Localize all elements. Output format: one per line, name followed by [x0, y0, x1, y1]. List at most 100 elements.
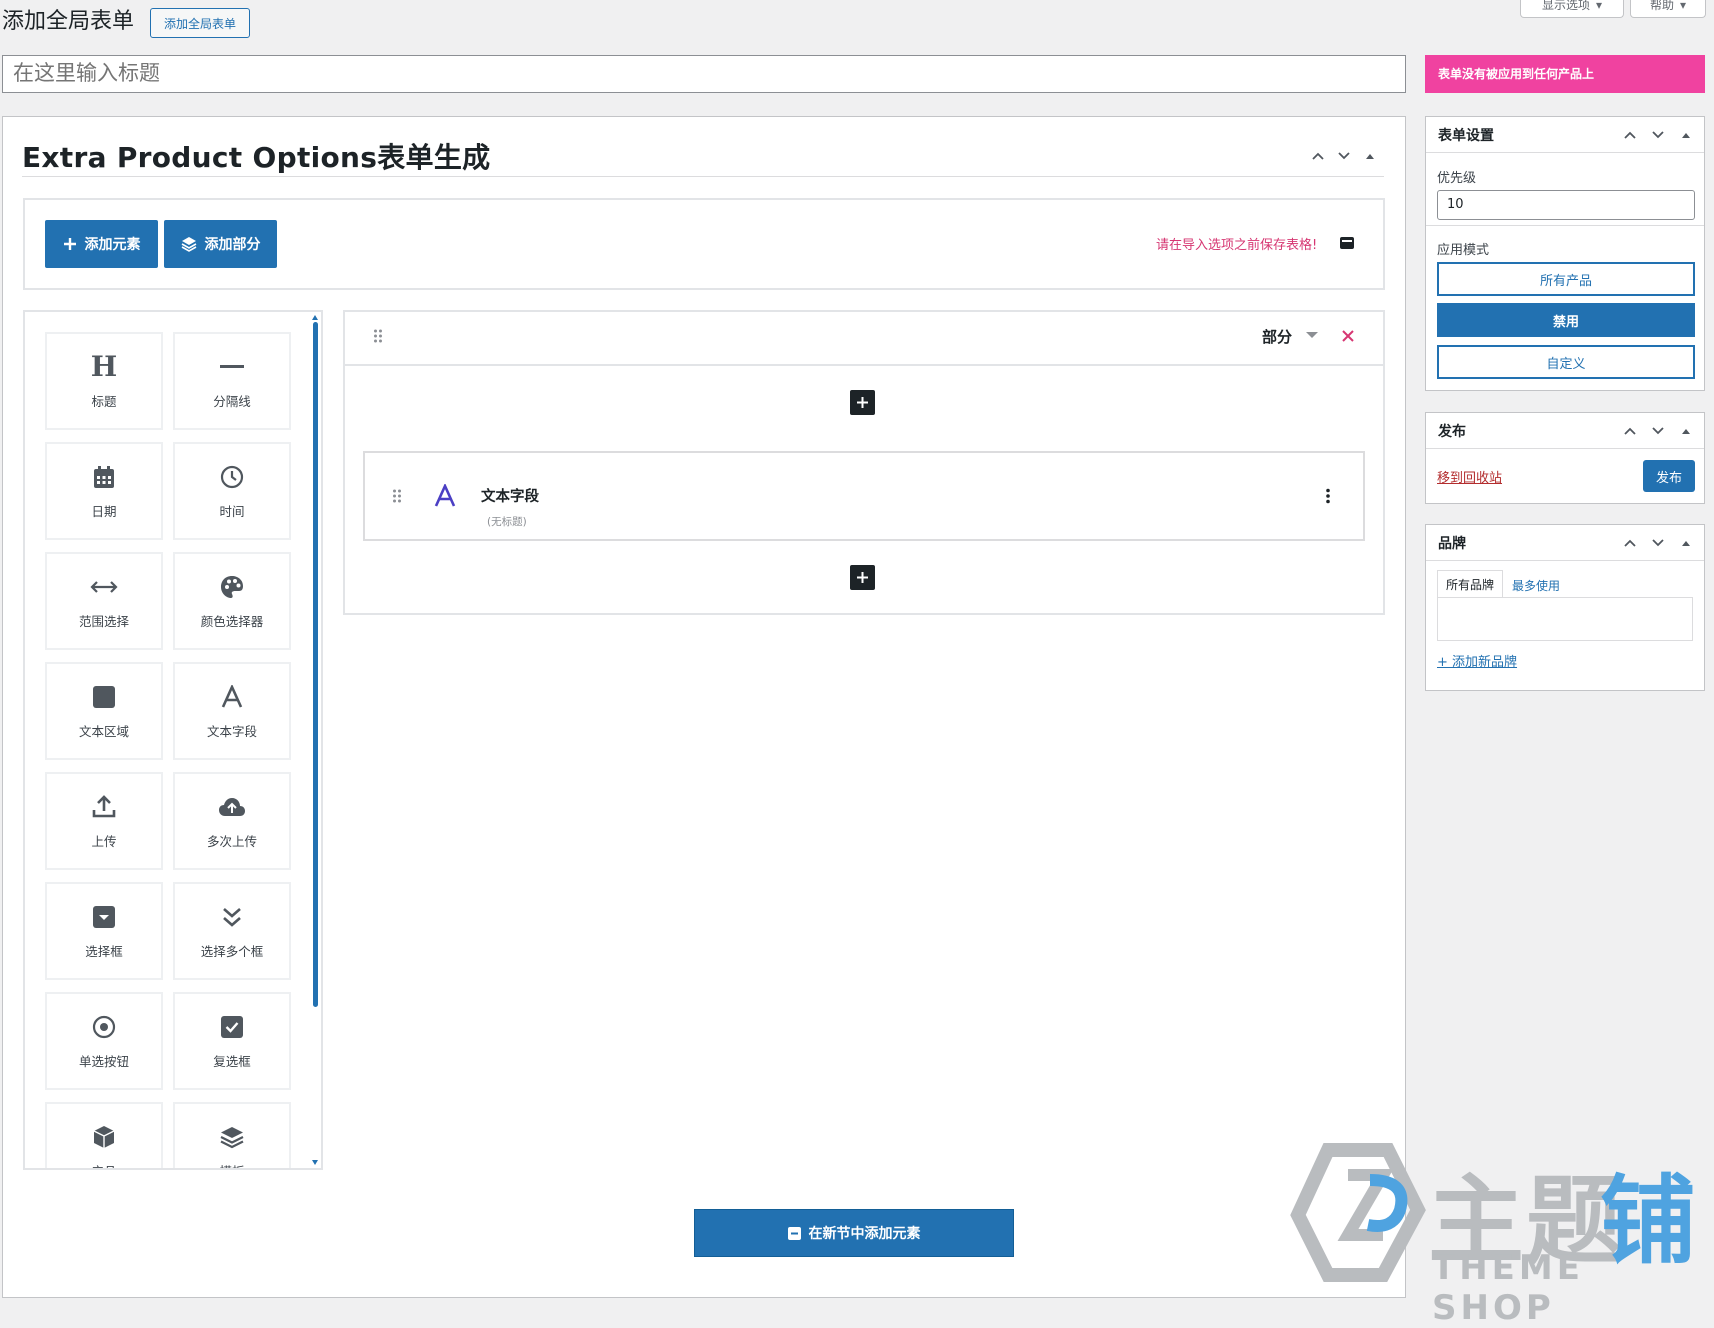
palette-item-divider[interactable]: 分隔线 [173, 332, 291, 430]
clock-icon [220, 463, 244, 491]
not-applied-notice: 表单没有被应用到任何产品上 [1425, 55, 1705, 93]
publish-title: 发布 [1438, 423, 1466, 440]
move-up-icon[interactable] [1618, 531, 1642, 555]
move-up-icon[interactable] [1306, 144, 1330, 168]
caret-down-icon: ▾ [1595, 0, 1603, 12]
palette-item-heading[interactable]: H 标题 [45, 332, 163, 430]
add-element-below-button[interactable] [850, 565, 875, 590]
palette-item-textarea[interactable]: 文本区域 [45, 662, 163, 760]
heading-icon: H [90, 350, 118, 383]
move-up-icon[interactable] [1618, 123, 1642, 147]
palette-item-product[interactable]: 产品 [45, 1102, 163, 1169]
palette-item-label: 模板 [219, 1161, 244, 1169]
panel-controls [1306, 144, 1382, 168]
palette-item-label: 选择多个框 [200, 943, 264, 959]
mode-disabled-button[interactable]: 禁用 [1437, 303, 1695, 337]
tab-all-brands[interactable]: 所有品牌 [1437, 570, 1503, 598]
palette-item-label: 单选按钮 [78, 1053, 129, 1069]
textarea-icon [93, 683, 115, 711]
watermark-logo-icon [1288, 1140, 1428, 1285]
publish-box: 发布 移到回收站 发布 [1425, 412, 1705, 504]
close-icon[interactable] [1341, 329, 1355, 343]
add-element-new-section-label: 在新节中添加元素 [808, 1226, 921, 1242]
brand-checklist[interactable] [1437, 597, 1693, 641]
add-element-new-section-button[interactable]: 在新节中添加元素 [694, 1209, 1014, 1257]
screen-options-tab[interactable]: 显示选项 ▾ [1520, 0, 1624, 18]
add-new-button[interactable]: 添加全局表单 [150, 8, 250, 38]
calendar-icon [93, 463, 115, 491]
palette-item-label: 多次上传 [206, 833, 257, 849]
field-title: 文本字段 [481, 489, 539, 505]
palette-item-color-picker[interactable]: 颜色选择器 [173, 552, 291, 650]
palette-item-label: 标题 [91, 393, 117, 409]
drag-handle-icon[interactable] [392, 489, 402, 503]
publish-header[interactable]: 发布 [1426, 413, 1704, 449]
palette-item-select[interactable]: 选择框 [45, 882, 163, 980]
palette-item-multi-select[interactable]: 选择多个框 [173, 882, 291, 980]
palette-item-label: 文本区域 [78, 723, 129, 739]
product-cube-icon [93, 1123, 115, 1151]
mode-custom-button[interactable]: 自定义 [1437, 345, 1695, 379]
drag-handle-icon[interactable] [373, 329, 383, 343]
page-title: 添加全局表单 [2, 9, 135, 34]
add-section-button[interactable]: 添加部分 [164, 220, 277, 268]
palette-item-multi-upload[interactable]: 多次上传 [173, 772, 291, 870]
collapse-toggle-icon[interactable] [1674, 419, 1698, 443]
move-down-icon[interactable] [1646, 123, 1670, 147]
caret-down-icon[interactable] [1305, 330, 1319, 340]
palette-item-radio[interactable]: 单选按钮 [45, 992, 163, 1090]
move-down-icon[interactable] [1646, 531, 1670, 555]
collapse-toggle-icon[interactable] [1674, 123, 1698, 147]
divider-icon [220, 353, 244, 381]
add-new-brand-link[interactable]: + 添加新品牌 [1437, 651, 1517, 670]
more-options-icon[interactable] [1325, 488, 1331, 504]
divider [1426, 225, 1704, 226]
import-icon[interactable] [1339, 236, 1355, 250]
palette-item-label: 颜色选择器 [200, 613, 264, 629]
brand-box: 品牌 所有品牌 最多使用 + 添加新品牌 [1425, 524, 1705, 691]
move-down-icon[interactable] [1646, 419, 1670, 443]
add-element-button[interactable]: 添加元素 [45, 220, 158, 268]
upload-icon [92, 793, 116, 821]
palette-item-text-field[interactable]: 文本字段 [173, 662, 291, 760]
title-input[interactable] [2, 55, 1406, 93]
select-box-icon [93, 903, 115, 931]
palette-item-label: 时间 [219, 503, 245, 519]
priority-label: 优先级 [1437, 171, 1477, 186]
tab-most-used[interactable]: 最多使用 [1512, 577, 1560, 594]
move-down-icon[interactable] [1332, 144, 1356, 168]
brand-header[interactable]: 品牌 [1426, 525, 1704, 561]
move-to-trash-link[interactable]: 移到回收站 [1437, 467, 1502, 486]
collapse-toggle-icon[interactable] [1358, 144, 1382, 168]
palette-item-label: 产品 [91, 1161, 116, 1169]
help-tab[interactable]: 帮助 ▾ [1630, 0, 1706, 18]
radio-icon [92, 1013, 116, 1041]
add-element-label: 添加元素 [84, 237, 141, 253]
watermark-text-en: THEME SHOP [1432, 1248, 1584, 1328]
palette-item-upload[interactable]: 上传 [45, 772, 163, 870]
palette-item-label: 选择框 [85, 943, 123, 959]
palette-item-time[interactable]: 时间 [173, 442, 291, 540]
mode-label: 应用模式 [1437, 243, 1490, 258]
mode-all-products-button[interactable]: 所有产品 [1437, 262, 1695, 296]
publish-button[interactable]: 发布 [1643, 460, 1695, 492]
palette-item-label: 范围选择 [78, 613, 129, 629]
section-header-divider [345, 364, 1383, 366]
palette-item-date[interactable]: 日期 [45, 442, 163, 540]
palette-item-template[interactable]: 模板 [173, 1102, 291, 1169]
palette-item-label: 复选框 [213, 1053, 251, 1069]
priority-input[interactable]: 10 [1437, 190, 1695, 220]
form-settings-header[interactable]: 表单设置 [1426, 117, 1704, 153]
plus-icon [63, 237, 77, 251]
collapse-toggle-icon[interactable] [1674, 531, 1698, 555]
caret-down-icon: ▾ [1679, 0, 1687, 12]
add-element-above-button[interactable] [850, 390, 875, 415]
palette-item-checkbox[interactable]: 复选框 [173, 992, 291, 1090]
palette-scrollbar-thumb[interactable] [313, 322, 318, 1007]
form-settings-box: 表单设置 优先级 10 应用模式 所有产品 禁用 自定义 [1425, 116, 1705, 391]
palette-item-label: 上传 [91, 833, 117, 849]
move-up-icon[interactable] [1618, 419, 1642, 443]
palette-icon [220, 573, 244, 601]
palette-item-range[interactable]: 范围选择 [45, 552, 163, 650]
field-subtitle: (无标题) [487, 516, 527, 528]
